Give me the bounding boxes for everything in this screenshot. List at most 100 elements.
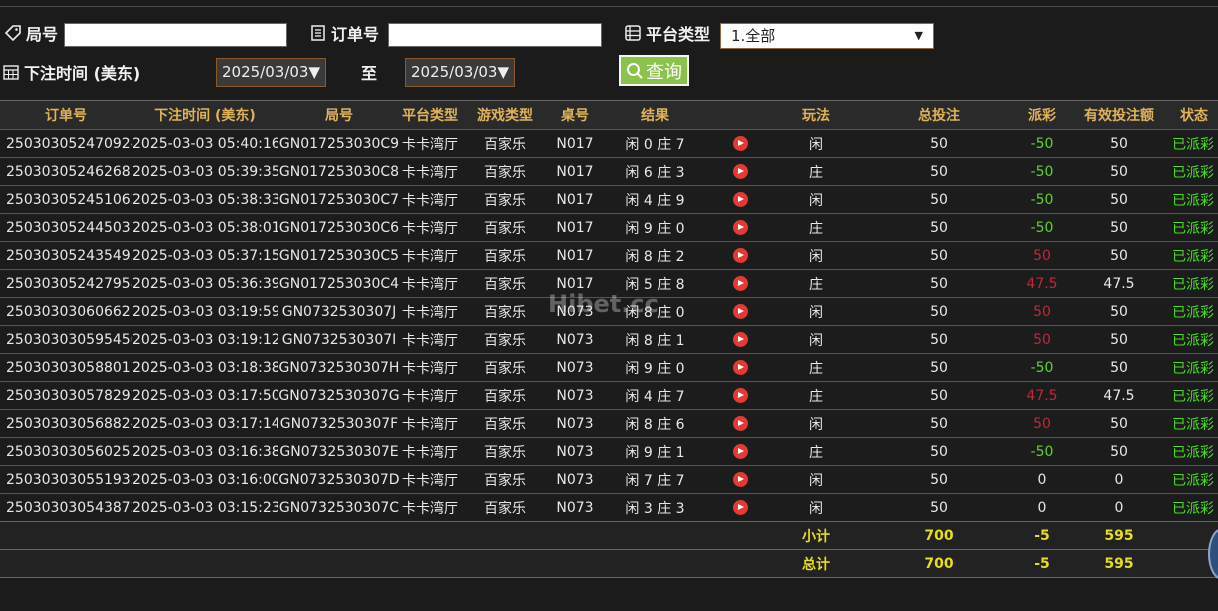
game-type-cell: 百家乐 bbox=[460, 185, 550, 214]
platform-select[interactable]: 1.全部 ▼ bbox=[720, 23, 934, 49]
table-no-cell: N073 bbox=[550, 381, 600, 410]
order-no-cell: 250303030560253 bbox=[0, 437, 132, 466]
order-input[interactable] bbox=[388, 23, 602, 47]
result-cell: 闲 9 庄 0 bbox=[600, 353, 710, 382]
play-icon[interactable] bbox=[732, 472, 748, 487]
round-no-cell: GN017253030C8 bbox=[278, 157, 400, 186]
video-cell bbox=[710, 269, 770, 298]
play-icon[interactable] bbox=[732, 248, 748, 263]
total-valid: 595 bbox=[1068, 549, 1170, 578]
platform-cell: 卡卡湾厅 bbox=[400, 465, 460, 494]
play-icon[interactable] bbox=[732, 192, 748, 207]
payout-cell: -50 bbox=[1016, 437, 1068, 466]
payout-cell: 47.5 bbox=[1016, 269, 1068, 298]
table-row[interactable]: 250303030551932 2025-03-03 03:16:00 GN0732… bbox=[0, 465, 1218, 494]
total-bet-cell: 50 bbox=[862, 325, 1016, 354]
play-icon[interactable] bbox=[732, 164, 748, 179]
bet-time-cell: 2025-03-03 03:16:00 bbox=[132, 465, 278, 494]
play-icon[interactable] bbox=[732, 500, 748, 515]
play-icon[interactable] bbox=[732, 220, 748, 235]
date-to-picker[interactable]: 2025/03/03▼ bbox=[405, 58, 515, 87]
col-order-no: 订单号 bbox=[0, 100, 132, 130]
result-cell: 闲 8 庄 1 bbox=[600, 325, 710, 354]
table-row[interactable]: 250303030543872 2025-03-03 03:15:23 GN0732… bbox=[0, 493, 1218, 522]
bet-time-filter-label: 下注时间 (美东) bbox=[2, 60, 140, 84]
play-cell: 庄 bbox=[770, 437, 862, 466]
status-cell: 已派彩 bbox=[1170, 157, 1218, 186]
query-button[interactable]: 查询 bbox=[619, 55, 689, 86]
valid-bet-cell: 47.5 bbox=[1068, 269, 1170, 298]
to-label: 至 bbox=[361, 64, 378, 83]
order-label: 订单号 bbox=[331, 25, 380, 44]
table-row[interactable]: 250303052435495 2025-03-03 05:37:15 GN0172… bbox=[0, 241, 1218, 270]
order-no-cell: 250303052470924 bbox=[0, 129, 132, 158]
play-cell: 庄 bbox=[770, 157, 862, 186]
video-cell bbox=[710, 213, 770, 242]
valid-bet-cell: 50 bbox=[1068, 157, 1170, 186]
total-bet-cell: 50 bbox=[862, 213, 1016, 242]
status-cell: 已派彩 bbox=[1170, 241, 1218, 270]
play-icon[interactable] bbox=[732, 136, 748, 151]
play-cell: 闲 bbox=[770, 325, 862, 354]
play-icon[interactable] bbox=[732, 416, 748, 431]
platform-cell: 卡卡湾厅 bbox=[400, 409, 460, 438]
result-cell: 闲 4 庄 9 bbox=[600, 185, 710, 214]
table-no-cell: N017 bbox=[550, 213, 600, 242]
valid-bet-cell: 50 bbox=[1068, 325, 1170, 354]
table-row[interactable]: 250303052470924 2025-03-03 05:40:16 GN0172… bbox=[0, 129, 1218, 158]
order-no-cell: 250303052435495 bbox=[0, 241, 132, 270]
game-type-cell: 百家乐 bbox=[460, 297, 550, 326]
payout-cell: -50 bbox=[1016, 353, 1068, 382]
platform-cell: 卡卡湾厅 bbox=[400, 129, 460, 158]
table-no-cell: N073 bbox=[550, 353, 600, 382]
payout-cell: 47.5 bbox=[1016, 381, 1068, 410]
date-from-picker[interactable]: 2025/03/03▼ bbox=[216, 58, 326, 87]
table-row[interactable]: 250303052445037 2025-03-03 05:38:01 GN0172… bbox=[0, 213, 1218, 242]
order-no-cell: 250303030578292 bbox=[0, 381, 132, 410]
subtotal-label: 小计 bbox=[770, 521, 862, 550]
result-cell: 闲 7 庄 7 bbox=[600, 465, 710, 494]
video-cell bbox=[710, 465, 770, 494]
subtotal-payout: -5 bbox=[1016, 521, 1068, 550]
table-row[interactable]: 250303052451062 2025-03-03 05:38:33 GN0172… bbox=[0, 185, 1218, 214]
table-row[interactable]: 250303030568824 2025-03-03 03:17:14 GN0732… bbox=[0, 409, 1218, 438]
video-cell bbox=[710, 409, 770, 438]
table-row[interactable]: 250303030560253 2025-03-03 03:16:38 GN0732… bbox=[0, 437, 1218, 466]
total-bet-cell: 50 bbox=[862, 269, 1016, 298]
table-no-cell: N017 bbox=[550, 157, 600, 186]
result-cell: 闲 4 庄 7 bbox=[600, 381, 710, 410]
valid-bet-cell: 50 bbox=[1068, 353, 1170, 382]
play-icon[interactable] bbox=[732, 276, 748, 291]
video-cell bbox=[710, 129, 770, 158]
table-row[interactable]: 250303030588017 2025-03-03 03:18:38 GN0732… bbox=[0, 353, 1218, 382]
video-cell bbox=[710, 241, 770, 270]
game-type-cell: 百家乐 bbox=[460, 157, 550, 186]
total-bet-cell: 50 bbox=[862, 353, 1016, 382]
order-filter-label: 订单号 bbox=[309, 21, 379, 45]
play-icon[interactable] bbox=[732, 360, 748, 375]
play-icon[interactable] bbox=[732, 304, 748, 319]
subtotal-row: 小计 700 -5 595 bbox=[0, 521, 1218, 550]
watermark-logo: Hibet.cc bbox=[548, 290, 659, 318]
play-icon[interactable] bbox=[732, 332, 748, 347]
result-cell: 闲 8 庄 6 bbox=[600, 409, 710, 438]
bet-time-cell: 2025-03-03 05:40:16 bbox=[132, 129, 278, 158]
table-row[interactable]: 250303030595450 2025-03-03 03:19:12 GN0732… bbox=[0, 325, 1218, 354]
platform-cell: 卡卡湾厅 bbox=[400, 437, 460, 466]
valid-bet-cell: 50 bbox=[1068, 409, 1170, 438]
table-row[interactable]: 250303052462687 2025-03-03 05:39:35 GN0172… bbox=[0, 157, 1218, 186]
game-type-cell: 百家乐 bbox=[460, 493, 550, 522]
round-input[interactable] bbox=[64, 23, 287, 47]
bet-time-cell: 2025-03-03 03:17:50 bbox=[132, 381, 278, 410]
col-table-no: 桌号 bbox=[550, 100, 600, 130]
round-label: 局号 bbox=[26, 25, 59, 44]
table-row[interactable]: 250303030578292 2025-03-03 03:17:50 GN0732… bbox=[0, 381, 1218, 410]
play-icon[interactable] bbox=[732, 444, 748, 459]
play-icon[interactable] bbox=[732, 388, 748, 403]
table-no-cell: N073 bbox=[550, 465, 600, 494]
bet-time-cell: 2025-03-03 05:38:01 bbox=[132, 213, 278, 242]
payout-cell: -50 bbox=[1016, 213, 1068, 242]
video-cell bbox=[710, 157, 770, 186]
platform-cell: 卡卡湾厅 bbox=[400, 353, 460, 382]
status-cell: 已派彩 bbox=[1170, 325, 1218, 354]
